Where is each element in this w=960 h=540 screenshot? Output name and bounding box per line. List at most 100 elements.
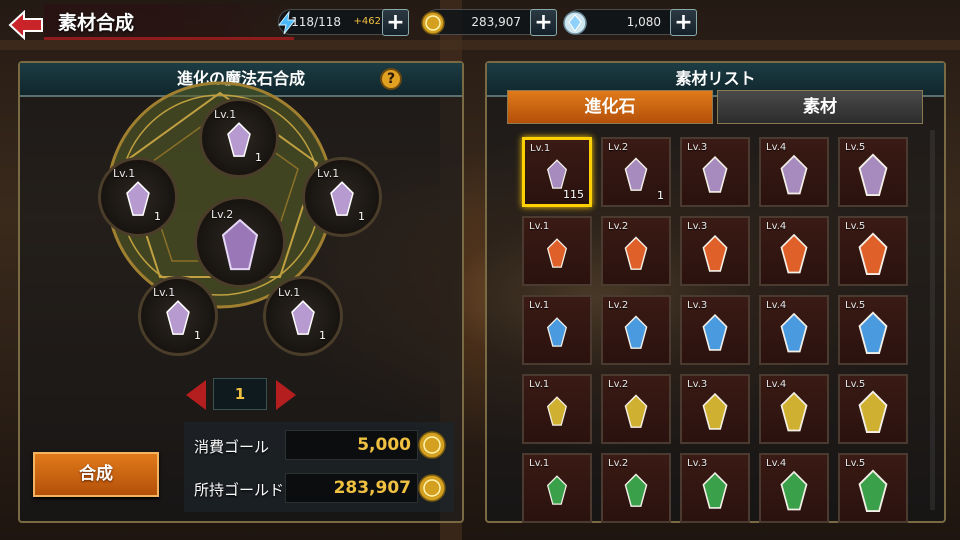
help-icon[interactable]: ? bbox=[380, 68, 402, 90]
tab-evolution-stones[interactable]: 進化石 bbox=[507, 90, 713, 124]
increase-quantity-button[interactable] bbox=[276, 380, 296, 410]
gem-icon bbox=[624, 157, 648, 191]
synthesize-button[interactable]: 合成 bbox=[33, 452, 159, 497]
material-cell[interactable]: Lv.4 bbox=[759, 216, 829, 286]
slot-top[interactable]: Lv.1 1 bbox=[199, 98, 279, 178]
stamina-value: 118/118 bbox=[291, 15, 341, 29]
material-cell[interactable]: Lv.2 bbox=[601, 374, 671, 444]
material-level: Lv.3 bbox=[687, 458, 708, 469]
material-level: Lv.1 bbox=[530, 143, 551, 154]
slot-level: Lv.1 bbox=[317, 167, 340, 180]
add-crystal-button[interactable]: + bbox=[670, 9, 697, 36]
material-cell[interactable]: Lv.2 bbox=[601, 295, 671, 365]
material-cell[interactable]: Lv.5 bbox=[838, 137, 908, 207]
scrollbar[interactable] bbox=[930, 130, 935, 510]
material-level: Lv.2 bbox=[608, 142, 629, 153]
material-level: Lv.5 bbox=[845, 458, 866, 469]
material-cell[interactable]: Lv.5 bbox=[838, 295, 908, 365]
material-cell[interactable]: Lv.4 bbox=[759, 374, 829, 444]
slot-upper-right[interactable]: Lv.1 1 bbox=[302, 157, 382, 237]
material-level: Lv.4 bbox=[766, 142, 787, 153]
gem-icon bbox=[546, 238, 568, 268]
material-cell[interactable]: Lv.1 bbox=[522, 216, 592, 286]
material-cell[interactable]: Lv.1 bbox=[522, 453, 592, 523]
add-stamina-button[interactable]: + bbox=[382, 9, 409, 36]
top-bar: 素材合成 118/118 +462 + 283,907 + 1,080 + bbox=[0, 0, 960, 44]
slot-count: 1 bbox=[319, 329, 326, 342]
material-level: Lv.3 bbox=[687, 379, 708, 390]
gem-icon bbox=[780, 312, 808, 353]
material-cell[interactable]: Lv.3 bbox=[680, 137, 750, 207]
material-cell[interactable]: Lv.4 bbox=[759, 453, 829, 523]
owned-gold-label: 所持ゴールド bbox=[194, 481, 285, 499]
gem-icon bbox=[858, 311, 888, 354]
back-button[interactable] bbox=[6, 8, 46, 42]
gem-icon bbox=[546, 475, 568, 505]
gem-icon bbox=[780, 154, 808, 195]
material-count: 115 bbox=[563, 188, 584, 201]
material-level: Lv.4 bbox=[766, 458, 787, 469]
slot-lower-left[interactable]: Lv.1 1 bbox=[138, 276, 218, 356]
gem-icon bbox=[858, 469, 888, 512]
material-cell[interactable]: Lv.3 bbox=[680, 295, 750, 365]
gem-icon bbox=[702, 156, 728, 193]
material-level: Lv.3 bbox=[687, 221, 708, 232]
gem-icon bbox=[780, 470, 808, 511]
gem-icon bbox=[624, 236, 648, 270]
material-level: Lv.4 bbox=[766, 300, 787, 311]
material-level: Lv.5 bbox=[845, 379, 866, 390]
purple-gem-icon bbox=[221, 219, 259, 271]
gem-icon bbox=[624, 473, 648, 507]
purple-gem-icon bbox=[126, 181, 150, 216]
decrease-quantity-button[interactable] bbox=[186, 380, 206, 410]
add-gold-button[interactable]: + bbox=[530, 9, 557, 36]
material-cell[interactable]: Lv.1 bbox=[522, 374, 592, 444]
slot-count: 1 bbox=[358, 210, 365, 223]
gold-counter: 283,907 + bbox=[421, 9, 557, 36]
material-cell[interactable]: Lv.2 bbox=[601, 216, 671, 286]
gem-icon bbox=[780, 391, 808, 432]
cost-label: 消費ゴール bbox=[194, 438, 270, 456]
material-cell[interactable]: Lv.1 115 bbox=[522, 137, 592, 207]
stamina-bonus: +462 bbox=[353, 16, 381, 27]
slot-center-result[interactable]: Lv.2 bbox=[194, 196, 286, 288]
material-level: Lv.5 bbox=[845, 142, 866, 153]
material-level: Lv.1 bbox=[529, 221, 550, 232]
purple-gem-icon bbox=[291, 300, 315, 335]
material-level: Lv.5 bbox=[845, 300, 866, 311]
material-cell[interactable]: Lv.3 bbox=[680, 374, 750, 444]
material-cell[interactable]: Lv.1 bbox=[522, 295, 592, 365]
gem-icon bbox=[858, 153, 888, 196]
purple-gem-icon bbox=[166, 300, 190, 335]
slot-count: 1 bbox=[194, 329, 201, 342]
material-cell[interactable]: Lv.3 bbox=[680, 453, 750, 523]
gem-icon bbox=[858, 390, 888, 433]
cost-value: 5,000 bbox=[285, 430, 418, 460]
material-cell[interactable]: Lv.5 bbox=[838, 216, 908, 286]
crystal-icon bbox=[563, 11, 587, 35]
purple-gem-icon bbox=[330, 181, 354, 216]
slot-level: Lv.1 bbox=[214, 108, 237, 121]
material-level: Lv.3 bbox=[687, 142, 708, 153]
gem-icon bbox=[546, 317, 568, 347]
gold-coin-icon bbox=[421, 11, 445, 35]
material-count: 1 bbox=[657, 189, 664, 202]
material-cell[interactable]: Lv.5 bbox=[838, 374, 908, 444]
material-level: Lv.1 bbox=[529, 379, 550, 390]
tab-materials[interactable]: 素材 bbox=[717, 90, 923, 124]
slot-upper-left[interactable]: Lv.1 1 bbox=[98, 157, 178, 237]
slot-lower-right[interactable]: Lv.1 1 bbox=[263, 276, 343, 356]
gold-value: 283,907 bbox=[471, 15, 521, 29]
material-cell[interactable]: Lv.4 bbox=[759, 295, 829, 365]
gem-icon bbox=[702, 472, 728, 509]
material-cell[interactable]: Lv.5 bbox=[838, 453, 908, 523]
material-level: Lv.2 bbox=[608, 221, 629, 232]
material-level: Lv.2 bbox=[608, 379, 629, 390]
material-cell[interactable]: Lv.2 bbox=[601, 453, 671, 523]
material-cell[interactable]: Lv.2 1 bbox=[601, 137, 671, 207]
page-title: 素材合成 bbox=[58, 12, 135, 34]
gem-icon bbox=[780, 233, 808, 274]
material-level: Lv.3 bbox=[687, 300, 708, 311]
material-cell[interactable]: Lv.3 bbox=[680, 216, 750, 286]
material-cell[interactable]: Lv.4 bbox=[759, 137, 829, 207]
